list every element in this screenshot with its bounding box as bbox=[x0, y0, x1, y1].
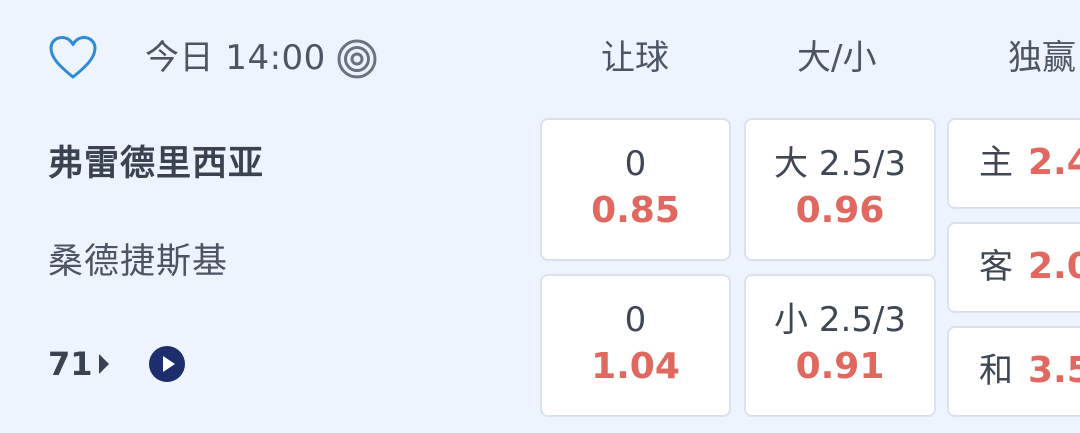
total-odd-value: 0.96 bbox=[795, 190, 885, 231]
handicap-odd-value: 1.04 bbox=[591, 346, 680, 387]
moneyline-label: 主 bbox=[979, 143, 1013, 183]
moneyline-odd-value: 2.0 bbox=[1028, 246, 1080, 287]
caret-right-icon[interactable] bbox=[97, 352, 111, 376]
handicap-away-odds-button[interactable]: 0 1.04 bbox=[540, 274, 731, 417]
play-circle-icon[interactable] bbox=[148, 345, 186, 383]
moneyline-draw-odds-button[interactable]: 和 3.5 bbox=[947, 326, 1080, 417]
total-under-odds-button[interactable]: 小 2.5/3 0.91 bbox=[744, 274, 936, 417]
moneyline-label: 客 bbox=[979, 247, 1013, 287]
match-row: 今日 14:00 让球 大/小 独赢 弗雷德里西亚 桑德捷斯基 71 0 0.8… bbox=[0, 0, 1080, 433]
total-over-odds-button[interactable]: 大 2.5/3 0.96 bbox=[744, 118, 936, 261]
home-team-name: 弗雷德里西亚 bbox=[48, 144, 265, 184]
column-header-handicap: 让球 bbox=[601, 38, 669, 78]
moneyline-away-odds-button[interactable]: 客 2.0 bbox=[947, 222, 1080, 313]
away-team-name: 桑德捷斯基 bbox=[48, 242, 229, 282]
heart-outline-icon[interactable] bbox=[48, 35, 98, 81]
column-header-total: 大/小 bbox=[797, 38, 877, 78]
total-line: 大 2.5/3 bbox=[774, 144, 906, 184]
more-markets-count[interactable]: 71 bbox=[48, 342, 93, 386]
total-odd-value: 0.91 bbox=[795, 346, 885, 387]
handicap-home-odds-button[interactable]: 0 0.85 bbox=[540, 118, 731, 261]
moneyline-odd-value: 3.5 bbox=[1028, 350, 1080, 391]
total-line: 小 2.5/3 bbox=[774, 300, 906, 340]
column-header-moneyline: 独赢 bbox=[1008, 38, 1076, 78]
live-target-icon[interactable] bbox=[336, 38, 378, 80]
match-time: 今日 14:00 bbox=[145, 38, 326, 78]
moneyline-label: 和 bbox=[979, 351, 1013, 391]
handicap-line: 0 bbox=[624, 300, 647, 340]
handicap-odd-value: 0.85 bbox=[591, 190, 680, 231]
handicap-line: 0 bbox=[624, 144, 647, 184]
moneyline-home-odds-button[interactable]: 主 2.4 bbox=[947, 118, 1080, 209]
moneyline-odd-value: 2.4 bbox=[1028, 142, 1080, 183]
